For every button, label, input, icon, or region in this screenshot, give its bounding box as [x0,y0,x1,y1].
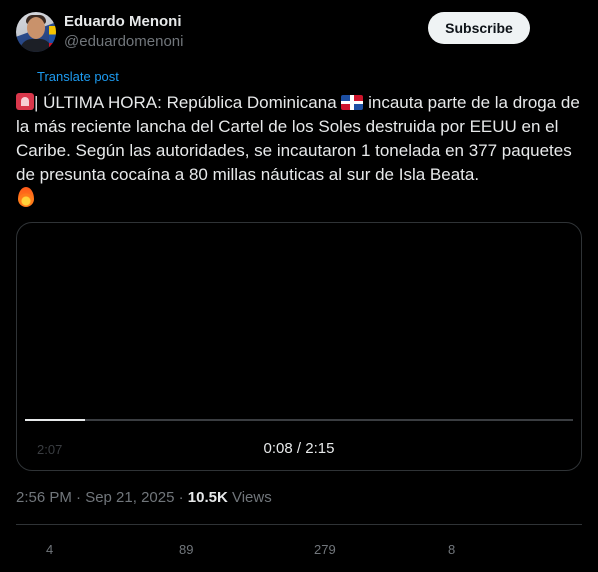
avatar[interactable] [16,12,56,52]
tweet-text-part1: | ÚLTIMA HORA: República Dominicana [34,93,342,112]
translate-post-link[interactable]: Translate post [37,69,119,84]
views-count: 10.5K [187,489,228,506]
tweet-timestamp[interactable]: 2:56 PM · Sep 21, 2025 · [16,489,188,506]
bookmark-count[interactable]: 8 [448,542,455,557]
video-progress-fill [25,419,86,421]
views-label: Views [227,489,272,506]
fire-icon [18,187,34,207]
video-progress-bar[interactable] [25,419,573,421]
police-light-icon [16,93,34,110]
tweet-meta: 2:56 PM · Sep 21, 2025 · 10.5K Views [16,489,272,506]
avatar-face [27,17,45,39]
dominican-flag-icon [341,95,364,110]
video-time-display: 0:08 / 2:15 [263,440,335,457]
avatar-shirt [20,39,52,52]
reply-count[interactable]: 4 [46,542,53,557]
divider [16,524,582,525]
subscribe-button[interactable]: Subscribe [428,12,530,44]
repost-count[interactable]: 89 [179,542,193,557]
tweet-text: | ÚLTIMA HORA: República Dominicana inca… [16,91,582,211]
video-player[interactable]: 2:07 0:08 / 2:15 [16,222,582,471]
author-handle[interactable]: @eduardomenoni [64,33,183,50]
action-bar: 4 89 279 8 [16,542,582,557]
author-name[interactable]: Eduardo Menoni [64,13,182,30]
like-count[interactable]: 279 [314,542,336,557]
avatar-flag [49,26,56,52]
